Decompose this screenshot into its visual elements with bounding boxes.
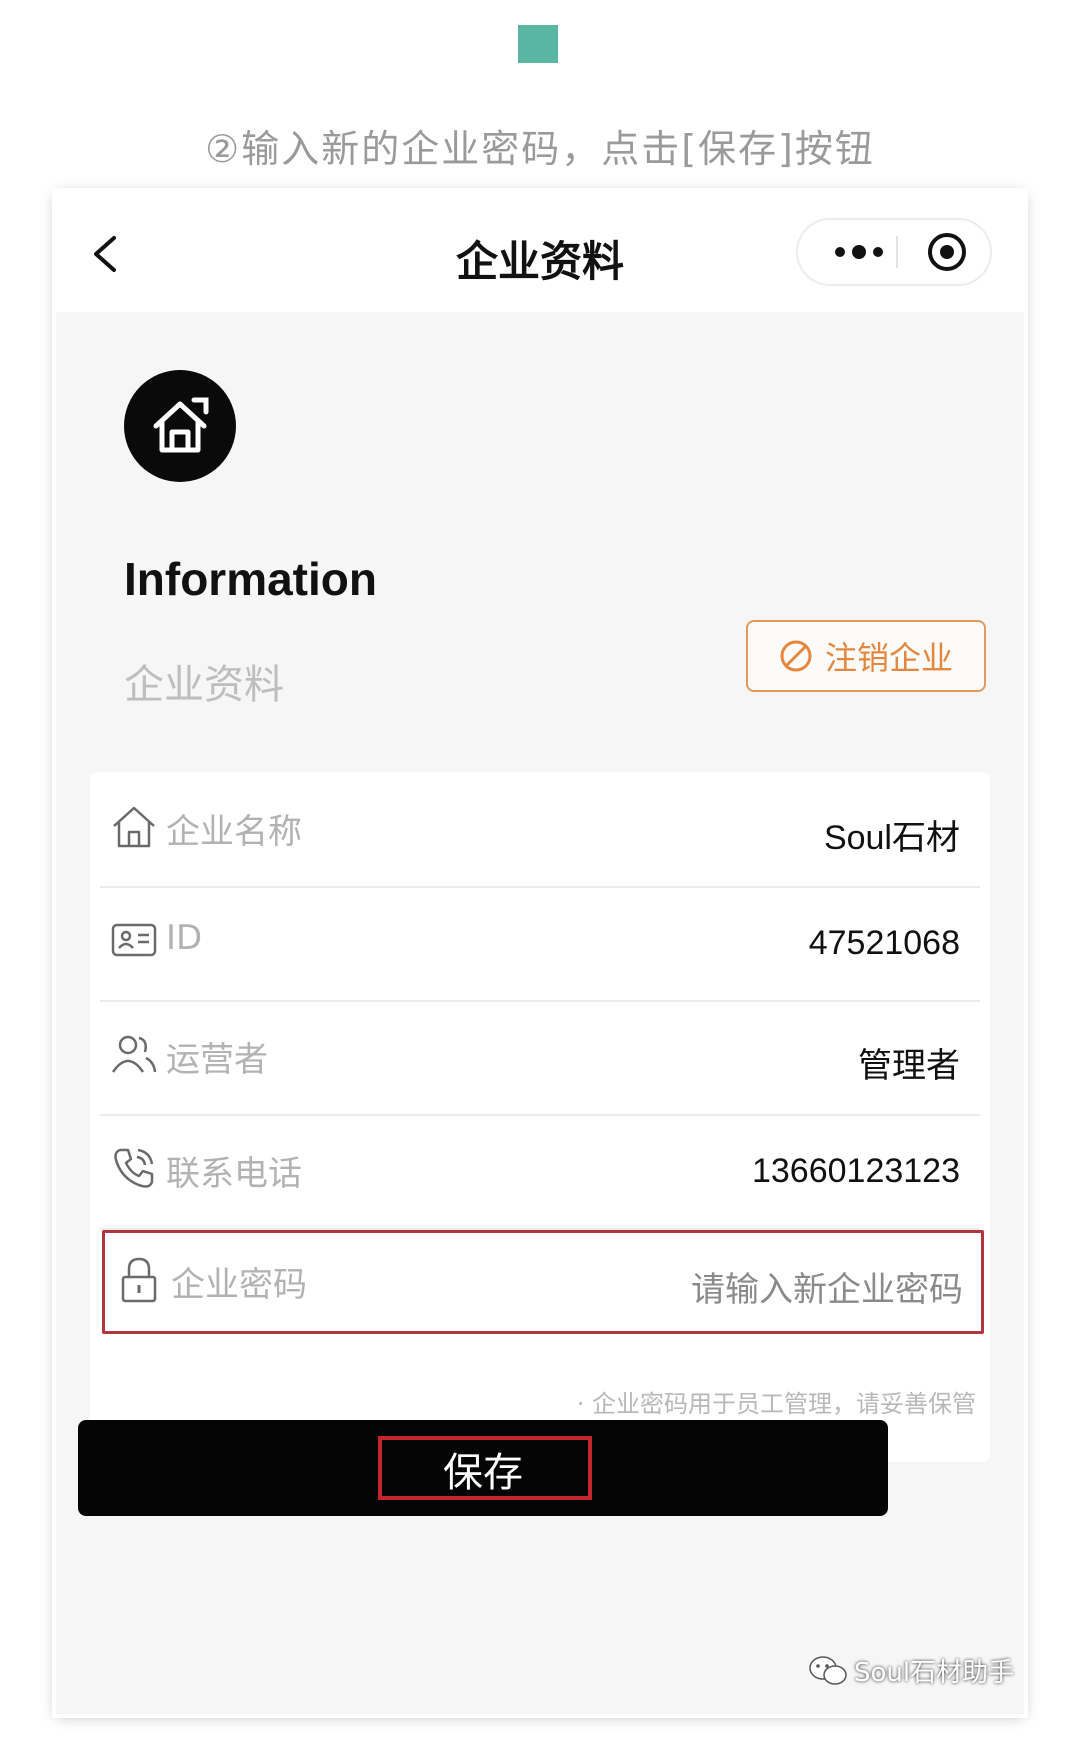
deregister-enterprise-button[interactable]: 注销企业	[746, 620, 986, 692]
mini-program-capsule	[796, 218, 992, 286]
users-icon	[111, 1035, 157, 1073]
enterprise-password-input[interactable]	[541, 1261, 965, 1319]
row-label: 联系电话	[166, 1154, 302, 1194]
info-card: 企业名称 Soul石材 ID 47521068 运营者 管理者 联系电话 136…	[90, 772, 990, 1462]
phone-screen: 企业资料 Information 企业资料 注销企业 企业名称 Soul石材 I…	[56, 192, 1024, 1714]
instruction-caption: ②输入新的企业密码，点击[保存]按钮	[205, 127, 875, 171]
row-password: 企业密码	[102, 1230, 984, 1334]
row-value: 管理者	[858, 1047, 960, 1085]
deregister-label: 注销企业	[824, 639, 953, 677]
row-value: Soul石材	[823, 819, 960, 857]
lock-icon	[121, 1257, 157, 1303]
nav-bar: 企业资料	[56, 192, 1024, 312]
id-card-icon	[111, 923, 157, 957]
row-operator: 运营者 管理者	[100, 1000, 980, 1116]
row-label: ID	[166, 918, 203, 958]
more-dots-icon[interactable]	[822, 220, 896, 284]
section-subtitle: 企业资料	[124, 662, 284, 708]
row-value: 13660123123	[751, 1152, 960, 1190]
target-circle-icon[interactable]	[914, 220, 980, 284]
row-id: ID 47521068	[100, 886, 980, 1002]
row-phone: 联系电话 13660123123	[100, 1114, 980, 1230]
phone-icon	[114, 1148, 154, 1188]
section-title: Information	[124, 553, 377, 605]
prohibited-icon	[780, 640, 812, 672]
house-outline-icon	[113, 806, 155, 848]
wechat-icon	[809, 1655, 847, 1685]
save-label: 保存	[443, 1450, 523, 1496]
enterprise-logo	[124, 370, 236, 482]
wechat-watermark: Soul石材助手	[808, 1652, 1014, 1689]
row-label: 企业名称	[166, 812, 302, 852]
row-value: 47521068	[808, 924, 960, 962]
row-enterprise-name: 企业名称 Soul石材	[100, 772, 980, 888]
house-icon	[153, 397, 209, 453]
password-hint: · 企业密码用于员工管理，请妥善保管	[576, 1390, 976, 1418]
save-button[interactable]: 保存	[78, 1420, 888, 1516]
capsule-divider	[896, 236, 898, 268]
watermark-text: Soul石材助手	[854, 1658, 1015, 1688]
row-label: 企业密码	[171, 1265, 307, 1305]
row-label: 运营者	[166, 1040, 268, 1080]
accent-marker	[518, 25, 558, 63]
